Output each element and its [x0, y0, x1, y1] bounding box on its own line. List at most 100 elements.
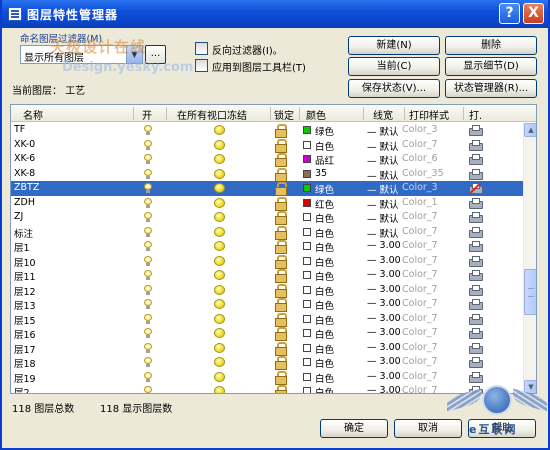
- layer-lineweight[interactable]: — 3.00: [367, 298, 401, 309]
- lightbulb-icon[interactable]: [144, 270, 152, 280]
- table-row[interactable]: 层13 白色 — 3.00 Color_7: [11, 297, 523, 312]
- printer-icon[interactable]: [469, 284, 483, 296]
- layer-name[interactable]: ZJ: [14, 211, 23, 222]
- color-swatch[interactable]: [303, 358, 311, 366]
- layer-lineweight[interactable]: — 默认: [367, 211, 399, 225]
- layer-color-name[interactable]: 35: [315, 168, 327, 179]
- title-bar[interactable]: 图层特性管理器 ? X: [2, 0, 548, 28]
- layer-name[interactable]: 层10: [14, 255, 36, 269]
- lightbulb-icon[interactable]: [144, 386, 152, 393]
- layer-color-name[interactable]: 白色: [315, 385, 334, 393]
- printer-icon[interactable]: [469, 328, 483, 339]
- layer-lineweight[interactable]: — 3.00: [367, 313, 401, 324]
- lock-icon[interactable]: [275, 254, 287, 269]
- color-swatch[interactable]: [303, 372, 311, 381]
- printer-icon[interactable]: [469, 139, 483, 151]
- table-row[interactable]: 层16 白色 — 3.00 Color_7: [11, 326, 523, 341]
- lightbulb-icon[interactable]: [144, 241, 152, 251]
- layer-name[interactable]: XK-0: [14, 139, 35, 150]
- lock-icon[interactable]: [275, 167, 287, 182]
- table-row[interactable]: 层11 白色 — 3.00 Color_7: [11, 268, 523, 283]
- layer-color-name[interactable]: 红色: [315, 197, 334, 211]
- checkbox-box[interactable]: [195, 59, 208, 72]
- lock-icon[interactable]: [275, 341, 287, 356]
- lightbulb-icon[interactable]: [144, 125, 152, 135]
- color-swatch[interactable]: [303, 256, 311, 265]
- layer-name[interactable]: 标注: [14, 226, 33, 240]
- layer-lineweight[interactable]: — 3.00: [367, 342, 401, 353]
- sun-icon[interactable]: [214, 386, 225, 393]
- color-swatch[interactable]: [303, 184, 311, 192]
- layer-color-name[interactable]: 白色: [315, 342, 334, 356]
- lightbulb-icon[interactable]: [144, 357, 152, 367]
- ok-button[interactable]: 确定: [320, 419, 388, 438]
- layer-color-name[interactable]: 白色: [315, 327, 334, 341]
- layer-lineweight[interactable]: — 3.00: [367, 327, 401, 338]
- table-row[interactable]: XK-6 品红 — 默认 Color_6: [11, 152, 523, 167]
- color-swatch[interactable]: [303, 169, 311, 178]
- delete-layer-button[interactable]: 删除: [445, 36, 537, 55]
- lightbulb-icon[interactable]: [144, 212, 152, 222]
- sun-icon[interactable]: [214, 226, 225, 237]
- color-swatch[interactable]: [303, 227, 311, 236]
- sun-icon[interactable]: [214, 168, 225, 179]
- layer-lineweight[interactable]: — 默认: [367, 139, 399, 153]
- sun-icon[interactable]: [214, 183, 225, 193]
- layer-name[interactable]: 层17: [14, 342, 36, 356]
- layer-color-name[interactable]: 白色: [315, 298, 334, 312]
- help-title-button[interactable]: ?: [499, 3, 520, 24]
- layer-color-name[interactable]: 白色: [315, 269, 334, 283]
- color-swatch[interactable]: [303, 329, 311, 337]
- scroll-thumb[interactable]: [524, 269, 536, 315]
- layer-lineweight[interactable]: — 3.00: [367, 356, 401, 367]
- color-swatch[interactable]: [303, 126, 311, 134]
- sun-icon[interactable]: [214, 357, 225, 367]
- sun-icon[interactable]: [214, 139, 225, 150]
- color-swatch[interactable]: [303, 213, 311, 221]
- table-row[interactable]: 层17 白色 — 3.00 Color_7: [11, 341, 523, 356]
- lock-icon[interactable]: [275, 153, 287, 167]
- sun-icon[interactable]: [214, 255, 225, 266]
- checkbox-box[interactable]: [195, 42, 208, 55]
- layer-lineweight[interactable]: — 3.00: [367, 240, 401, 251]
- layer-color-name[interactable]: 白色: [315, 240, 334, 254]
- printer-icon[interactable]: [469, 241, 483, 252]
- lightbulb-icon[interactable]: [144, 313, 152, 324]
- lightbulb-icon[interactable]: [144, 168, 152, 179]
- lock-icon[interactable]: [275, 211, 287, 225]
- close-button[interactable]: X: [523, 3, 544, 24]
- layer-lineweight[interactable]: — 3.00: [367, 255, 401, 266]
- table-row[interactable]: ZBTZ 绿色 — 默认 Color_3: [11, 181, 523, 196]
- lock-icon[interactable]: [275, 225, 287, 240]
- lightbulb-icon[interactable]: [144, 139, 152, 150]
- lock-icon[interactable]: [275, 370, 287, 385]
- layer-name[interactable]: 层16: [14, 327, 36, 341]
- layer-color-name[interactable]: 白色: [315, 226, 334, 240]
- sun-icon[interactable]: [214, 197, 225, 208]
- lightbulb-icon[interactable]: [144, 183, 152, 193]
- col-header-color[interactable]: 颜色: [306, 107, 326, 122]
- layer-name[interactable]: XK-6: [14, 153, 35, 164]
- layer-lineweight[interactable]: — 3.00: [367, 371, 401, 382]
- table-row[interactable]: 层12 白色 — 3.00 Color_7: [11, 283, 523, 298]
- printer-icon[interactable]: [469, 168, 483, 180]
- lightbulb-icon[interactable]: [144, 342, 152, 353]
- sun-icon[interactable]: [214, 328, 225, 338]
- table-row[interactable]: ZJ 白色 — 默认 Color_7: [11, 210, 523, 225]
- lightbulb-icon[interactable]: [144, 154, 152, 164]
- layer-lineweight[interactable]: — 默认: [367, 153, 399, 167]
- col-header-plot-style[interactable]: 打印样式: [409, 107, 449, 122]
- printer-icon[interactable]: [469, 299, 483, 310]
- layer-name[interactable]: 层1: [14, 240, 30, 254]
- col-header-on[interactable]: 开: [142, 107, 152, 122]
- printer-icon[interactable]: [469, 212, 483, 223]
- color-swatch[interactable]: [303, 242, 311, 250]
- layer-color-name[interactable]: 白色: [315, 371, 334, 385]
- column-divider[interactable]: [404, 107, 405, 120]
- sun-icon[interactable]: [214, 371, 225, 382]
- layer-lineweight[interactable]: — 默认: [367, 168, 399, 182]
- layer-name[interactable]: 层15: [14, 313, 36, 327]
- layer-color-name[interactable]: 白色: [315, 356, 334, 370]
- layer-lineweight[interactable]: — 默认: [367, 182, 399, 196]
- table-row[interactable]: XK-0 白色 — 默认 Color_7: [11, 138, 523, 153]
